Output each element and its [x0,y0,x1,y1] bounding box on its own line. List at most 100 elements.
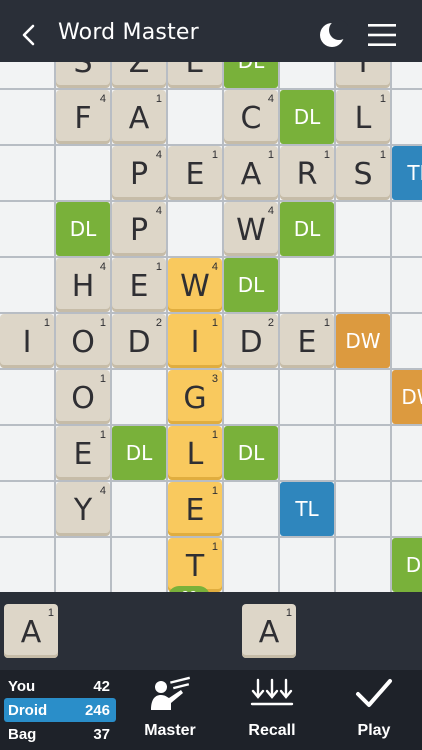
board-cell[interactable] [0,202,54,256]
tile-points: 4 [99,93,106,105]
bottom-bar: You 42 Droid 246 Bag 37 Master Recall Play [0,670,422,750]
board-cell[interactable] [336,538,390,592]
bonus-square-dw[interactable]: DW [392,370,422,424]
board-cell[interactable] [392,90,422,144]
back-chevron-icon[interactable] [14,20,44,50]
player-name: Bag [8,726,37,743]
tile-letter: A [240,157,262,192]
master-button[interactable]: Master [134,676,206,746]
bonus-square-tl[interactable]: TL [280,482,334,536]
player-score: 42 [93,678,110,695]
tile-points: 1 [211,429,218,441]
rack-letter-tile[interactable]: A1 [242,604,296,658]
tile-points: 1 [267,149,274,161]
letter-tile: S1 [56,62,110,88]
bonus-square-dw[interactable]: DW [336,314,390,368]
board-cell[interactable] [224,538,278,592]
board-cell[interactable] [280,426,334,480]
play-button[interactable]: Play [338,676,410,746]
tile-points: 4 [155,205,162,217]
board-cell[interactable] [56,146,110,200]
board-cell[interactable] [280,538,334,592]
tile-letter: W [236,213,266,248]
board-cell[interactable] [168,90,222,144]
letter-tile: H4 [56,258,110,312]
tile-letter: L [186,437,204,472]
recall-button[interactable]: Recall [236,676,308,746]
tile-points: 1 [379,149,386,161]
letter-tile: L1 [336,90,390,144]
letter-tile: Z10 [112,62,166,88]
tile-letter: E [73,437,93,472]
letter-tile: R1 [280,146,334,200]
tile-points: 1 [211,149,218,161]
board-cell[interactable] [392,482,422,536]
bonus-square-tl[interactable]: TL [392,146,422,200]
board-cell[interactable] [0,426,54,480]
board-cell[interactable] [392,258,422,312]
board-cell[interactable] [0,146,54,200]
bonus-square-dl[interactable]: DL [280,90,334,144]
checkmark-icon [356,679,392,707]
board-cell[interactable] [280,370,334,424]
board-cell[interactable] [112,538,166,592]
tile-letter: I [22,325,32,360]
board-cell[interactable] [112,370,166,424]
board-cell[interactable] [0,62,54,88]
board-cell[interactable] [392,314,422,368]
board-cell[interactable] [168,202,222,256]
placed-letter-tile[interactable]: W4 [168,258,222,312]
placed-letter-tile[interactable]: G3 [168,370,222,424]
board-cell[interactable] [0,538,54,592]
board-cell[interactable] [336,482,390,536]
board-cell[interactable] [392,202,422,256]
rack-letter-tile[interactable]: A1 [4,604,58,658]
letter-tile: I1 [336,62,390,88]
board-cell[interactable] [336,258,390,312]
board-cell[interactable] [280,62,334,88]
placed-letter-tile[interactable]: E1 [168,482,222,536]
letter-tile: E1 [168,62,222,88]
bonus-square-dl[interactable]: DL [224,426,278,480]
player-score: 246 [84,702,110,719]
bonus-square-dl[interactable]: DL [112,426,166,480]
board-cell[interactable] [392,62,422,88]
board-cell[interactable] [56,538,110,592]
board-cell[interactable] [0,370,54,424]
board-cell[interactable] [336,202,390,256]
placed-letter-tile[interactable]: L1 [168,426,222,480]
letter-tile: D2 [112,314,166,368]
tile-letter: E [129,269,149,304]
bonus-square-dl[interactable]: DL [56,202,110,256]
board-cell[interactable] [0,258,54,312]
hamburger-menu-icon[interactable] [366,22,398,48]
tile-letter: S [73,62,93,80]
tile-letter: D [239,325,263,360]
letter-tile: A1 [112,90,166,144]
bonus-square-dl[interactable]: DL [224,62,278,88]
placed-letter-tile[interactable]: I1 [168,314,222,368]
bonus-square-dl[interactable]: DL [280,202,334,256]
board-cell[interactable] [0,482,54,536]
board-cell[interactable] [112,482,166,536]
board-cell[interactable] [224,482,278,536]
bonus-square-dl[interactable]: DL [224,258,278,312]
night-mode-moon-icon[interactable] [318,20,348,50]
board-cell[interactable] [336,370,390,424]
score-row: Droid 246 [4,698,116,722]
tile-letter: R [296,157,318,192]
board-cell[interactable] [280,258,334,312]
board-cell[interactable] [0,90,54,144]
tile-points: 2 [155,317,162,329]
board-cell[interactable] [392,426,422,480]
placed-letter-tile[interactable]: T1 [168,538,222,592]
tile-points: 4 [99,485,106,497]
player-name: Droid [8,702,48,719]
tile-points: 1 [99,429,106,441]
board-cell[interactable] [336,426,390,480]
letter-tile: E1 [56,426,110,480]
board-cell[interactable] [224,370,278,424]
tile-points: 1 [155,93,162,105]
bonus-square-dl[interactable]: DL [392,538,422,592]
letter-tile: Y4 [56,482,110,536]
